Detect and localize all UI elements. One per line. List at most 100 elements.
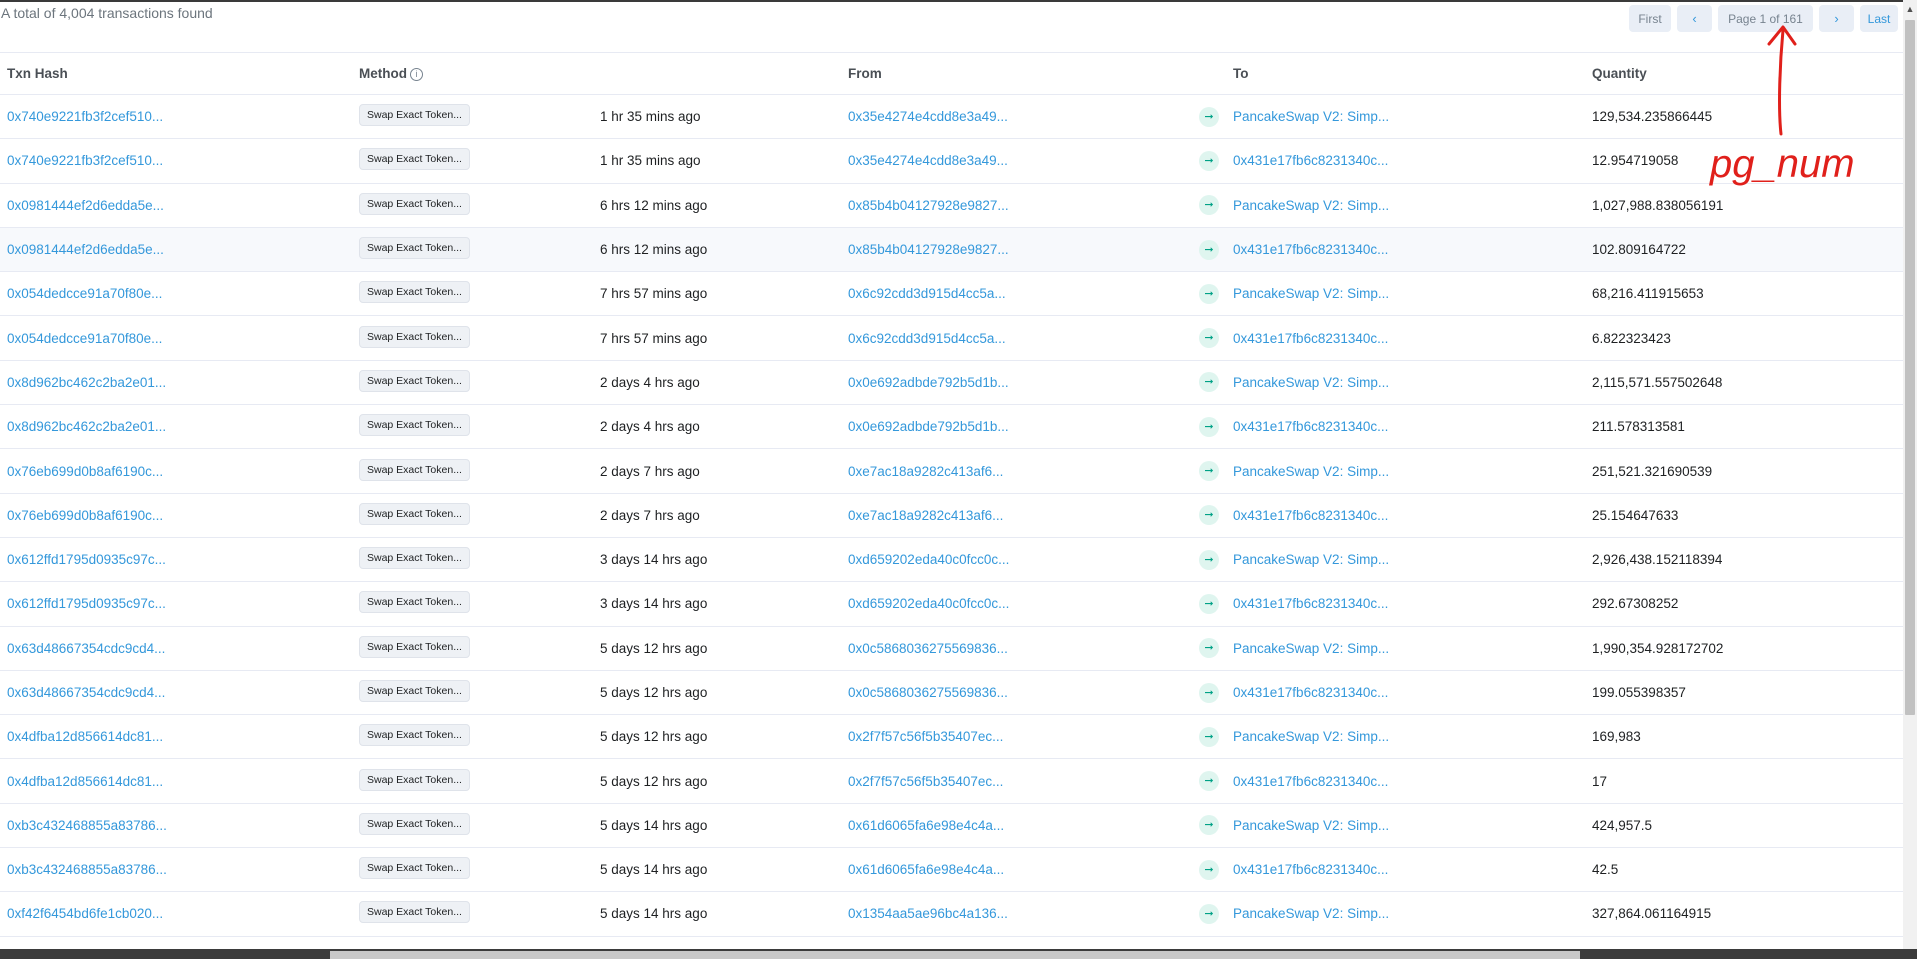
txn-hash-link[interactable]: 0x4dfba12d856614dc81...	[7, 774, 163, 789]
quantity-cell: 169,983	[1592, 729, 1641, 745]
from-address-link[interactable]: 0xd659202eda40c0fcc0c...	[848, 552, 1009, 567]
txn-hash-link[interactable]: 0x054dedcce91a70f80e...	[7, 286, 162, 301]
txn-hash-cell: 0x0981444ef2d6edda5e...	[0, 227, 352, 271]
to-address-link[interactable]: 0x431e17fb6c8231340c...	[1233, 774, 1388, 789]
to-address-link[interactable]: PancakeSwap V2: Simp...	[1233, 818, 1389, 833]
window-top-edge	[0, 0, 1917, 2]
txn-hash-cell: 0x740e9221fb3f2cef510...	[0, 95, 352, 139]
to-address-link[interactable]: PancakeSwap V2: Simp...	[1233, 906, 1389, 921]
to-address-link[interactable]: PancakeSwap V2: Simp...	[1233, 464, 1389, 479]
from-cell: 0x0c5868036275569836...	[841, 626, 1192, 670]
txn-hash-link[interactable]: 0x054dedcce91a70f80e...	[7, 331, 162, 346]
from-address-link[interactable]: 0xe7ac18a9282c413af6...	[848, 464, 1003, 479]
arrow-right-icon: ➞	[1199, 283, 1219, 304]
from-address-link[interactable]: 0x6c92cdd3d915d4cc5a...	[848, 331, 1006, 346]
arrow-right-icon: ➞	[1199, 815, 1219, 836]
txn-hash-link[interactable]: 0x0981444ef2d6edda5e...	[7, 198, 164, 213]
txn-hash-link[interactable]: 0x612ffd1795d0935c97c...	[7, 552, 166, 567]
last-page-button[interactable]: Last	[1860, 5, 1898, 32]
direction-cell: ➞	[1192, 715, 1226, 759]
to-address-link[interactable]: PancakeSwap V2: Simp...	[1233, 109, 1389, 124]
to-address-link[interactable]: PancakeSwap V2: Simp...	[1233, 552, 1389, 567]
txn-hash-cell: 0x63d48667354cdc9cd4...	[0, 626, 352, 670]
arrow-right-icon: ➞	[1199, 505, 1219, 526]
from-address-link[interactable]: 0x0e692adbde792b5d1b...	[848, 419, 1009, 434]
age-cell: 1 hr 35 mins ago	[600, 153, 701, 169]
txn-hash-link[interactable]: 0x76eb699d0b8af6190c...	[7, 464, 163, 479]
to-address-link[interactable]: PancakeSwap V2: Simp...	[1233, 286, 1389, 301]
txn-hash-link[interactable]: 0x8d962bc462c2ba2e01...	[7, 375, 166, 390]
vertical-scrollbar-thumb[interactable]	[1905, 20, 1915, 715]
direction-cell: ➞	[1192, 405, 1226, 449]
txn-hash-link[interactable]: 0x740e9221fb3f2cef510...	[7, 153, 163, 168]
from-address-link[interactable]: 0x0e692adbde792b5d1b...	[848, 375, 1009, 390]
info-icon[interactable]: i	[410, 68, 423, 81]
txn-hash-link[interactable]: 0x63d48667354cdc9cd4...	[7, 685, 165, 700]
age-cell: 5 days 14 hrs ago	[600, 906, 708, 922]
table-row: 0x612ffd1795d0935c97c... Swap Exact Toke…	[0, 537, 1903, 582]
txn-hash-link[interactable]: 0x612ffd1795d0935c97c...	[7, 596, 166, 611]
txn-hash-link[interactable]: 0x63d48667354cdc9cd4...	[7, 641, 165, 656]
from-address-link[interactable]: 0x35e4274e4cdd8e3a49...	[848, 109, 1008, 124]
age-cell: 5 days 12 hrs ago	[600, 640, 708, 656]
to-address-link[interactable]: 0x431e17fb6c8231340c...	[1233, 508, 1388, 523]
from-address-link[interactable]: 0x0c5868036275569836...	[848, 641, 1008, 656]
direction-cell: ➞	[1192, 848, 1226, 892]
from-address-link[interactable]: 0xd659202eda40c0fcc0c...	[848, 596, 1009, 611]
to-cell: 0x431e17fb6c8231340c...	[1226, 670, 1585, 714]
from-address-link[interactable]: 0x2f7f57c56f5b35407ec...	[848, 774, 1003, 789]
table-row: 0xf42f6454bd6fe1cb020... Swap Exact Toke…	[0, 892, 1903, 937]
from-address-link[interactable]: 0x85b4b04127928e9827...	[848, 242, 1009, 257]
txn-hash-link[interactable]: 0xb3c432468855a83786...	[7, 862, 167, 877]
to-cell: 0x431e17fb6c8231340c...	[1226, 405, 1585, 449]
from-address-link[interactable]: 0x1354aa5ae96bc4a136...	[848, 906, 1008, 921]
to-address-link[interactable]: 0x431e17fb6c8231340c...	[1233, 153, 1388, 168]
first-page-button[interactable]: First	[1629, 5, 1671, 32]
txn-hash-link[interactable]: 0x0981444ef2d6edda5e...	[7, 242, 164, 257]
transaction-count: A total of 4,004 transactions found	[1, 5, 213, 21]
horizontal-scrollbar-thumb[interactable]	[330, 951, 1580, 959]
txn-hash-link[interactable]: 0x8d962bc462c2ba2e01...	[7, 419, 166, 434]
to-address-link[interactable]: 0x431e17fb6c8231340c...	[1233, 242, 1388, 257]
txn-hash-link[interactable]: 0xb3c432468855a83786...	[7, 818, 167, 833]
from-address-link[interactable]: 0x61d6065fa6e98e4c4a...	[848, 862, 1004, 877]
quantity-cell: 68,216.411915653	[1592, 286, 1704, 302]
to-address-link[interactable]: PancakeSwap V2: Simp...	[1233, 375, 1389, 390]
from-address-link[interactable]: 0x35e4274e4cdd8e3a49...	[848, 153, 1008, 168]
from-address-link[interactable]: 0x61d6065fa6e98e4c4a...	[848, 818, 1004, 833]
to-address-link[interactable]: 0x431e17fb6c8231340c...	[1233, 596, 1388, 611]
scroll-up-icon[interactable]: ▲	[1903, 4, 1917, 18]
age-cell: 5 days 14 hrs ago	[600, 817, 708, 833]
to-cell: PancakeSwap V2: Simp...	[1226, 449, 1585, 493]
to-address-link[interactable]: 0x431e17fb6c8231340c...	[1233, 685, 1388, 700]
from-address-link[interactable]: 0xe7ac18a9282c413af6...	[848, 508, 1003, 523]
from-address-link[interactable]: 0x85b4b04127928e9827...	[848, 198, 1009, 213]
to-address-link[interactable]: PancakeSwap V2: Simp...	[1233, 641, 1389, 656]
to-address-link[interactable]: 0x431e17fb6c8231340c...	[1233, 419, 1388, 434]
arrow-right-icon: ➞	[1199, 239, 1219, 260]
txn-hash-link[interactable]: 0xf42f6454bd6fe1cb020...	[7, 906, 163, 921]
chevron-left-icon: ‹	[1692, 11, 1697, 26]
arrow-right-icon: ➞	[1199, 372, 1219, 393]
annotation-arrow-icon	[1767, 25, 1797, 136]
txn-hash-cell: 0x0981444ef2d6edda5e...	[0, 183, 352, 227]
txn-hash-link[interactable]: 0x4dfba12d856614dc81...	[7, 729, 163, 744]
txn-hash-link[interactable]: 0x76eb699d0b8af6190c...	[7, 508, 163, 523]
method-badge: Swap Exact Token...	[359, 591, 470, 614]
method-cell: Swap Exact Token...	[352, 892, 593, 936]
method-cell: Swap Exact Token...	[352, 316, 593, 360]
to-address-link[interactable]: 0x431e17fb6c8231340c...	[1233, 331, 1388, 346]
to-cell: PancakeSwap V2: Simp...	[1226, 803, 1585, 847]
method-cell: Swap Exact Token...	[352, 493, 593, 537]
from-address-link[interactable]: 0x2f7f57c56f5b35407ec...	[848, 729, 1003, 744]
table-row: 0x8d962bc462c2ba2e01... Swap Exact Token…	[0, 360, 1903, 405]
table-row: 0x76eb699d0b8af6190c... Swap Exact Token…	[0, 449, 1903, 494]
from-address-link[interactable]: 0x6c92cdd3d915d4cc5a...	[848, 286, 1006, 301]
to-address-link[interactable]: PancakeSwap V2: Simp...	[1233, 729, 1389, 744]
col-method: Method i	[352, 53, 593, 95]
from-cell: 0x2f7f57c56f5b35407ec...	[841, 759, 1192, 803]
to-address-link[interactable]: PancakeSwap V2: Simp...	[1233, 198, 1389, 213]
txn-hash-link[interactable]: 0x740e9221fb3f2cef510...	[7, 109, 163, 124]
from-address-link[interactable]: 0x0c5868036275569836...	[848, 685, 1008, 700]
to-address-link[interactable]: 0x431e17fb6c8231340c...	[1233, 862, 1388, 877]
